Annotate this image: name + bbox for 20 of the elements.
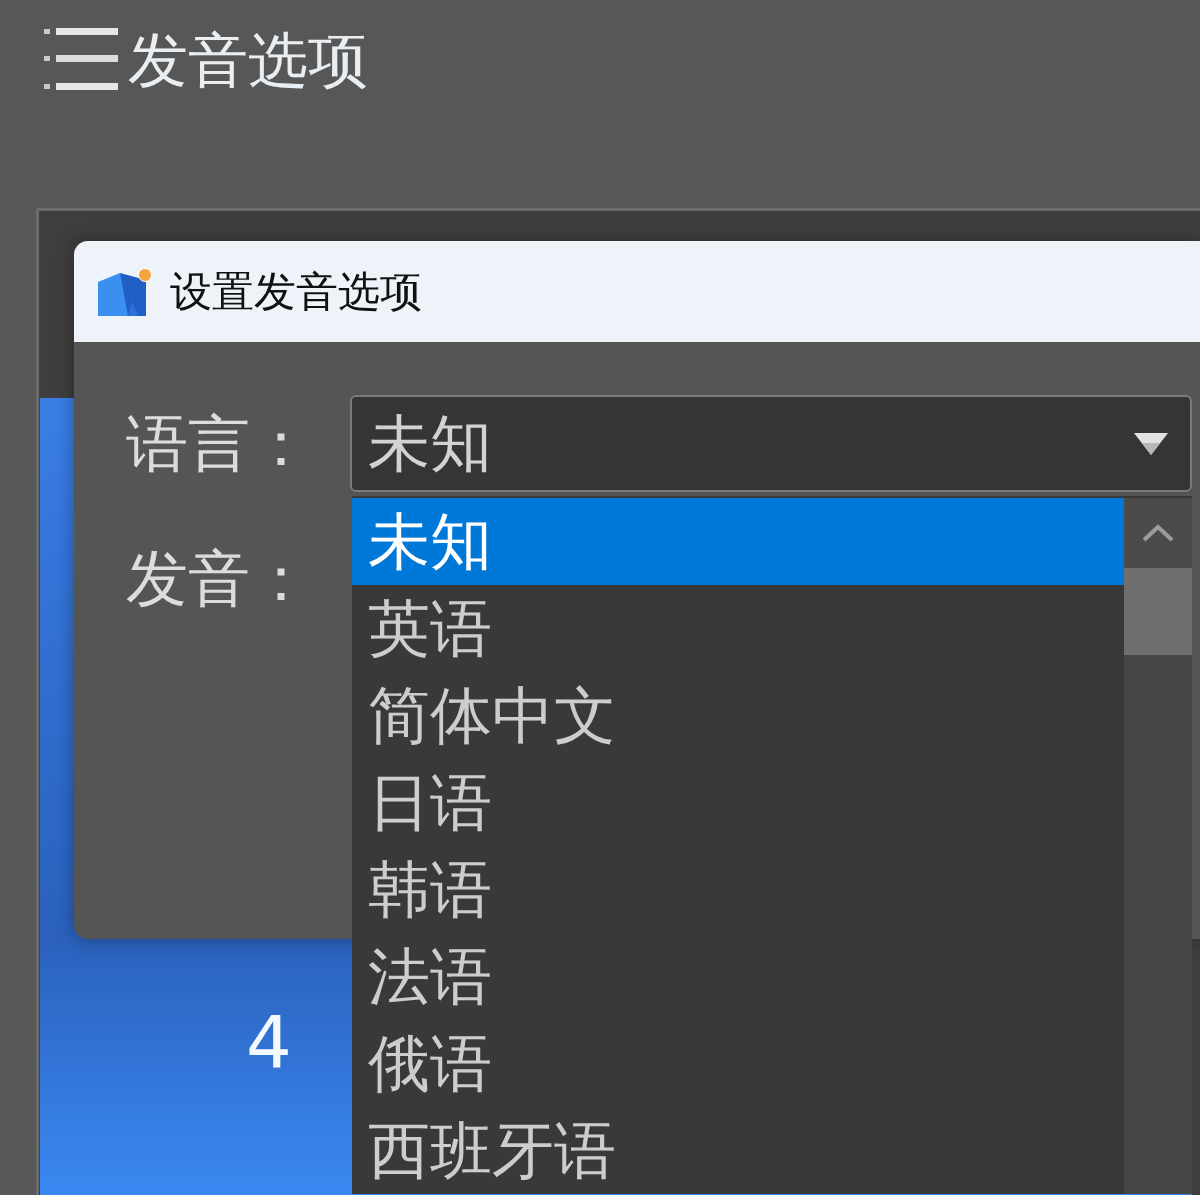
dropdown-option[interactable]: 英语 <box>352 585 1124 672</box>
dialog-title: 设置发音选项 <box>170 266 422 317</box>
scroll-up-button[interactable] <box>1124 498 1192 568</box>
scrollbar-thumb[interactable] <box>1124 568 1192 655</box>
dropdown-option[interactable]: 俄语 <box>352 1020 1124 1107</box>
app-logo-icon <box>98 267 152 316</box>
number-label: 4 <box>246 1002 292 1082</box>
field-label: 语言： <box>126 407 313 480</box>
dropdown-select[interactable]: 未知 <box>350 395 1192 492</box>
field-label: 发音： <box>126 542 313 615</box>
caret-down-icon <box>1134 432 1168 455</box>
dropdown-option[interactable]: 韩语 <box>352 846 1124 933</box>
list-icon <box>44 28 118 90</box>
dropdown-option[interactable]: 简体中文 <box>352 672 1124 759</box>
page-title: 发音选项 <box>128 26 368 94</box>
dropdown-option[interactable]: 法语 <box>352 933 1124 1020</box>
dropdown-option[interactable]: 西班牙语 <box>352 1107 1124 1194</box>
chevron-up-icon <box>1142 524 1174 542</box>
dropdown-option[interactable]: 未知 <box>352 498 1124 585</box>
dropdown-option[interactable]: 日语 <box>352 759 1124 846</box>
